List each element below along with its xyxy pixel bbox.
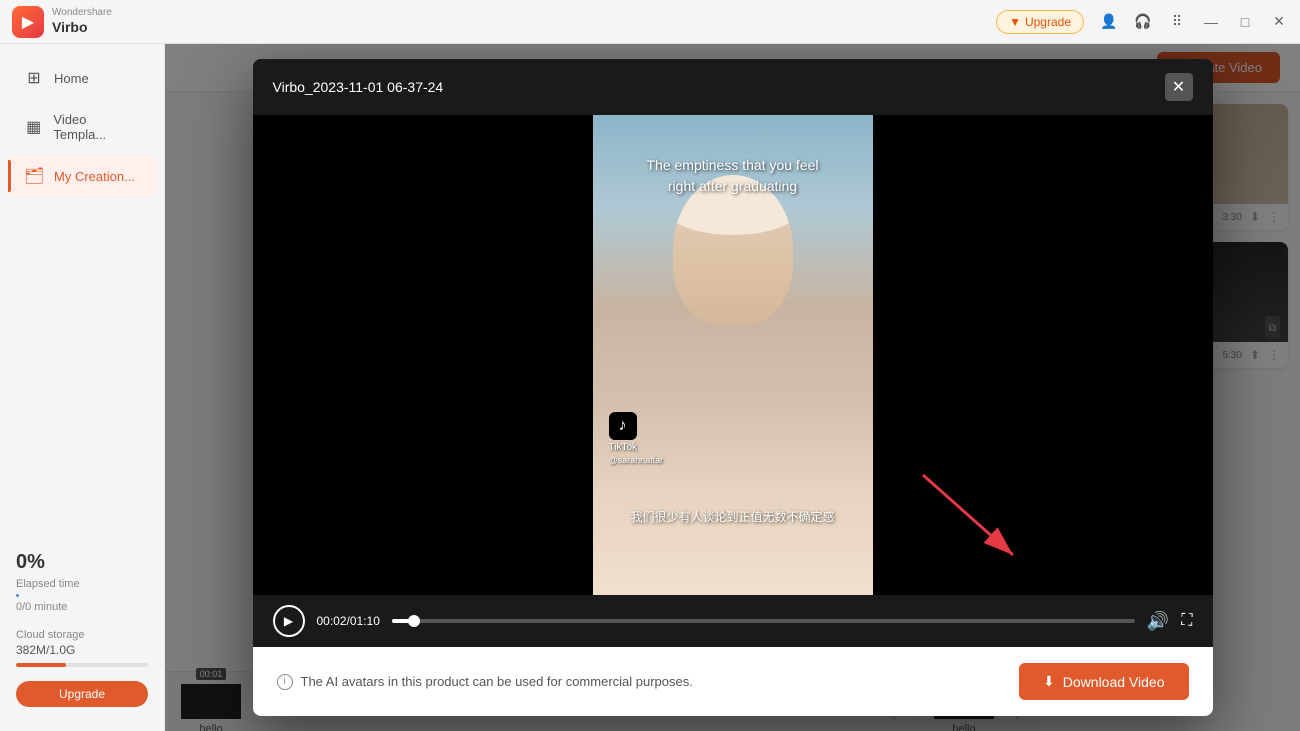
apps-icon[interactable]: ⠿ [1168,13,1186,31]
product-name: Virbo [52,19,112,36]
sidebar: ⊞ Home ▦ Video Templa... 🗂 My Creation..… [0,44,165,731]
upgrade-button[interactable]: ▼ Upgrade [996,10,1084,34]
storage-value: 382M/1.0G [16,643,148,657]
home-icon: ⊞ [24,68,44,88]
headset-icon[interactable]: 🎧 [1134,13,1152,31]
storage-bar-fill [16,663,66,667]
elapsed-time: 0/0 minute [16,601,148,613]
upgrade-sidebar-button[interactable]: Upgrade [16,681,148,707]
video-person: The emptiness that you feelright after g… [593,115,873,595]
sidebar-item-my-creations[interactable]: 🗂 My Creation... [8,156,156,196]
storage-label: Cloud storage [16,629,148,641]
elapsed-progress-bar [16,594,19,597]
video-right-black [873,115,1213,595]
video-player-area: The emptiness that you feelright after g… [253,115,1213,595]
video-left-black [253,115,593,595]
sidebar-item-my-creations-label: My Creation... [54,169,135,184]
tiktok-watermark: ♪ TikTok @sarahnaffar [609,412,664,465]
main-layout: ⊞ Home ▦ Video Templa... 🗂 My Creation..… [0,44,1300,731]
video-modal: Virbo_2023-11-01 06-37-24 ✕ [253,59,1213,716]
modal-footer: i The AI avatars in this product can be … [253,647,1213,716]
modal-close-button[interactable]: ✕ [1165,73,1193,101]
info-icon: i [277,674,293,690]
progress-bar[interactable] [392,619,1135,623]
video-controls: ▶ 00:02/01:10 🔊 ⛶ [253,595,1213,647]
title-bar: ▶ Wondershare Virbo ▼ Upgrade 👤 🎧 ⠿ — □ … [0,0,1300,44]
time-display: 00:02/01:10 [317,614,380,628]
elapsed-label: Elapsed time [16,578,148,590]
maximize-button[interactable]: □ [1236,13,1254,31]
modal-title: Virbo_2023-11-01 06-37-24 [273,79,444,95]
sidebar-bottom: 0% Elapsed time 0/0 minute Cloud storage… [0,539,164,719]
title-bar-controls: ▼ Upgrade 👤 🎧 ⠿ — □ ✕ [996,10,1288,34]
upgrade-chevron-icon: ▼ [1009,15,1021,29]
subtitle-top: The emptiness that you feelright after g… [593,155,873,197]
footer-info: i The AI avatars in this product can be … [277,674,693,690]
fullscreen-button[interactable]: ⛶ [1181,612,1192,630]
volume-button[interactable]: 🔊 [1147,611,1169,632]
tiktok-brand: TikTok [609,442,664,453]
person-face [673,175,793,325]
close-button[interactable]: ✕ [1270,13,1288,31]
subtitle-bottom: 我们很少有人谈论到正值无数不确定感 [593,508,873,525]
tiktok-icon: ♪ [609,412,637,440]
app-window: ▶ Wondershare Virbo ▼ Upgrade 👤 🎧 ⠿ — □ … [0,0,1300,731]
modal-overlay: Virbo_2023-11-01 06-37-24 ✕ [165,44,1300,731]
video-templates-icon: ▦ [24,117,43,137]
sidebar-item-home-label: Home [54,71,89,86]
sidebar-item-video-templates[interactable]: ▦ Video Templa... [8,102,156,152]
sidebar-item-video-templates-label: Video Templa... [53,112,140,142]
arrow-annotation [893,455,1033,575]
tiktok-handle: @sarahnaffar [609,455,664,465]
play-button[interactable]: ▶ [273,605,305,637]
my-creations-icon: 🗂 [24,166,44,186]
minimize-button[interactable]: — [1202,13,1220,31]
progress-thumb [408,615,420,627]
modal-header: Virbo_2023-11-01 06-37-24 ✕ [253,59,1213,115]
logo-text: Wondershare Virbo [52,7,112,36]
user-icon[interactable]: 👤 [1100,13,1118,31]
logo-icon: ▶ [12,6,44,38]
elapsed-percent: 0% [16,551,148,574]
video-center: The emptiness that you feelright after g… [593,115,873,595]
app-logo: ▶ Wondershare Virbo [12,6,112,38]
storage-bar [16,663,148,667]
footer-info-text: The AI avatars in this product can be us… [301,674,693,689]
download-video-button[interactable]: ⬇ Download Video [1019,663,1188,700]
brand-name: Wondershare [52,7,112,19]
download-icon: ⬇ [1043,673,1055,690]
sidebar-item-home[interactable]: ⊞ Home [8,58,156,98]
content-area: + Create Video -29 20-0... 3:30 ⬇ [165,44,1300,731]
